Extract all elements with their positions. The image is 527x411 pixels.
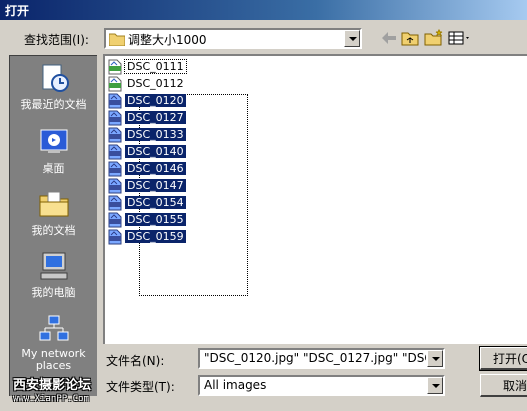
view-menu-icon[interactable] <box>448 30 474 50</box>
jpeg-file-icon <box>107 161 123 177</box>
filetype-label: 文件类型(T): <box>106 380 175 394</box>
watermark-line2: www.XianPP.Com <box>13 394 89 404</box>
file-name: DSC_0140 <box>125 145 186 158</box>
up-folder-icon[interactable] <box>401 30 421 50</box>
filename-value: "DSC_0120.jpg" "DSC_0127.jpg" "DSC_013 <box>204 351 426 365</box>
file-item[interactable]: DSC_0127 <box>107 110 187 127</box>
file-item[interactable]: DSC_0111 <box>107 59 187 76</box>
file-list[interactable]: DSC_0111 DSC_0112 DSC_0120 DSC_0127 DSC_0133… <box>103 54 527 344</box>
network-places-icon <box>39 315 68 341</box>
filetype-combo[interactable]: All images <box>198 375 445 396</box>
file-item[interactable]: DSC_0159 <box>107 229 187 246</box>
file-name: DSC_0154 <box>125 196 186 209</box>
file-item[interactable]: DSC_0155 <box>107 212 187 229</box>
jpeg-file-icon <box>107 93 123 109</box>
lookin-value: 调整大小1000 <box>128 33 207 47</box>
jpeg-file-icon <box>107 178 123 194</box>
file-item[interactable]: DSC_0147 <box>107 178 187 195</box>
file-name: DSC_0147 <box>125 179 186 192</box>
place-label: My network places <box>21 347 86 372</box>
file-item[interactable]: DSC_0154 <box>107 195 187 212</box>
filetype-value: All images <box>204 378 267 392</box>
file-name: DSC_0112 <box>127 77 184 90</box>
file-item[interactable]: DSC_0112 <box>107 76 187 93</box>
lookin-combo[interactable]: 调整大小1000 <box>104 28 362 49</box>
place-label: 我的电脑 <box>31 286 76 299</box>
places-bar: 我最近的文档 桌面 我的文档 我的电脑 My network places <box>9 55 97 396</box>
back-arrow-icon[interactable] <box>380 30 400 50</box>
file-item[interactable]: DSC_0140 <box>107 144 187 161</box>
file-item[interactable]: DSC_0133 <box>107 127 187 144</box>
file-name: DSC_0120 <box>125 94 186 107</box>
place-label: 我的文档 <box>31 224 76 237</box>
jpeg-file-icon <box>107 195 123 211</box>
desktop-icon <box>40 129 67 153</box>
chevron-down-icon[interactable] <box>427 377 443 394</box>
cancel-button[interactable]: 取消 <box>480 374 527 397</box>
jpeg-file-icon <box>107 59 123 75</box>
jpeg-file-icon <box>107 110 123 126</box>
lookin-label: 查找范围(I): <box>24 33 89 47</box>
place-label: 我最近的文档 <box>20 98 87 111</box>
chevron-down-icon[interactable] <box>427 350 443 367</box>
filename-combo[interactable]: "DSC_0120.jpg" "DSC_0127.jpg" "DSC_013 <box>198 348 445 369</box>
window-title: 打开 <box>5 4 30 18</box>
open-button[interactable]: 打开(O) <box>479 346 527 371</box>
file-item[interactable]: DSC_0120 <box>107 93 187 110</box>
file-name: DSC_0146 <box>125 162 186 175</box>
place-my-computer[interactable]: 我的电脑 <box>10 250 97 300</box>
place-my-documents[interactable]: 我的文档 <box>10 188 97 238</box>
watermark: 西安摄影论坛 www.XianPP.Com <box>13 374 91 404</box>
filename-label: 文件名(N): <box>106 354 165 368</box>
place-desktop[interactable]: 桌面 <box>10 126 97 176</box>
cancel-button-label: 取消 <box>503 379 527 393</box>
file-name: DSC_0111 <box>124 59 187 74</box>
watermark-line1: 西安摄影论坛 <box>13 378 92 393</box>
file-item[interactable]: DSC_0146 <box>107 161 187 178</box>
place-label: 桌面 <box>42 162 65 175</box>
file-name: DSC_0127 <box>125 111 186 124</box>
jpeg-file-icon <box>107 144 123 160</box>
new-folder-icon[interactable] <box>424 28 444 49</box>
chevron-down-icon[interactable] <box>344 30 360 47</box>
place-recent[interactable]: 我最近的文档 <box>10 62 97 112</box>
file-name: DSC_0159 <box>125 230 186 243</box>
my-documents-icon <box>39 191 68 217</box>
place-network[interactable]: My network places <box>10 314 97 372</box>
jpeg-file-icon <box>107 229 123 245</box>
folder-icon <box>108 32 126 49</box>
open-button-label: 打开(O) <box>493 352 527 366</box>
file-name: DSC_0155 <box>125 213 186 226</box>
jpeg-file-icon <box>107 76 123 92</box>
recent-documents-icon <box>42 64 69 92</box>
my-computer-icon <box>40 252 67 280</box>
file-name: DSC_0133 <box>125 128 186 141</box>
title-bar[interactable]: 打开 <box>0 0 527 20</box>
jpeg-file-icon <box>107 212 123 228</box>
jpeg-file-icon <box>107 127 123 143</box>
